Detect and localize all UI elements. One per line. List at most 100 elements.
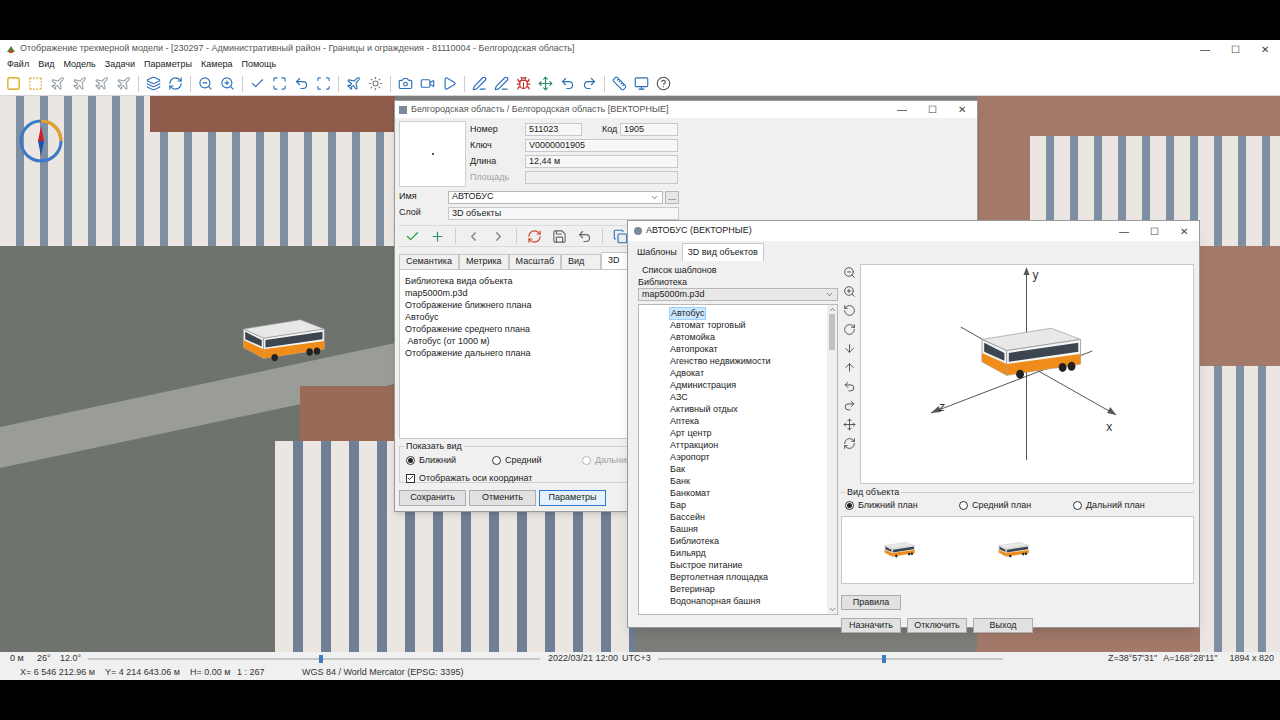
layers-icon[interactable] [146, 76, 161, 91]
rotate-left-icon[interactable] [294, 76, 309, 91]
axes-icon[interactable] [843, 418, 856, 431]
template-item[interactable]: Ветеринар [639, 583, 827, 595]
play-icon[interactable] [442, 76, 457, 91]
menu-item[interactable]: Задачи [105, 58, 135, 72]
window-control-button[interactable]: ✕ [1169, 221, 1199, 241]
radio-option[interactable]: Средний [492, 454, 582, 468]
slider[interactable] [658, 655, 1003, 663]
menu-item[interactable]: Параметры [144, 58, 192, 72]
template-list[interactable]: АвтобусАвтомат торговыйАвтомойкаАвтопрок… [638, 304, 838, 615]
field-value[interactable]: 511023 [525, 123, 582, 136]
ruler-icon[interactable] [612, 76, 627, 91]
dialog-button[interactable]: Отключить [907, 618, 967, 634]
light-icon[interactable] [368, 76, 383, 91]
debug-icon[interactable] [516, 76, 531, 91]
scrollbar[interactable] [827, 305, 837, 614]
undo-icon[interactable] [577, 229, 592, 244]
reset-icon[interactable] [843, 437, 856, 450]
check-icon[interactable] [250, 76, 265, 91]
template-item[interactable]: Бак [639, 463, 827, 475]
apply-icon[interactable] [405, 229, 420, 244]
dialog-button[interactable]: Отменить [469, 490, 536, 506]
radio-option[interactable]: Дальний план [1073, 499, 1187, 513]
turn-left-icon[interactable] [843, 380, 856, 393]
scroll-down-icon[interactable] [828, 605, 837, 614]
template-item[interactable]: Банк [639, 475, 827, 487]
menu-item[interactable]: Модель [63, 58, 95, 72]
add-icon[interactable] [430, 229, 445, 244]
browse-button[interactable]: ... [665, 191, 679, 204]
radio-option[interactable]: Ближний [406, 454, 492, 468]
camera-icon[interactable] [398, 76, 413, 91]
template-item[interactable]: Адвокат [639, 367, 827, 379]
window-control-button[interactable]: ☐ [1220, 40, 1250, 58]
menu-item[interactable]: Помощь [241, 58, 276, 72]
template-item[interactable]: Бильярд [639, 547, 827, 559]
radio-option[interactable]: Средний план [959, 499, 1073, 513]
template-window[interactable]: АВТОБУС (ВЕКТОРНЫЕ)—☐✕Шаблоны3D вид объе… [627, 220, 1200, 628]
slider[interactable] [88, 655, 540, 663]
3d-viewport[interactable]: Белгородская область / Белгородская обла… [0, 96, 1280, 652]
dialog-button[interactable]: Сохранить [399, 490, 466, 506]
template-item[interactable]: Бассейн [639, 511, 827, 523]
template-item[interactable]: Арт центр [639, 427, 827, 439]
template-item[interactable]: Библиотека [639, 535, 827, 547]
window-control-button[interactable]: ☐ [917, 101, 947, 118]
copy-icon[interactable] [613, 229, 628, 244]
template-item[interactable]: Автомат торговый [639, 319, 827, 331]
field-value[interactable]: 1905 [620, 123, 678, 136]
name-combobox[interactable]: АВТОБУС [448, 191, 663, 204]
zoom-out-icon[interactable] [843, 266, 856, 279]
window-control-button[interactable]: ☐ [1139, 221, 1169, 241]
field-value[interactable]: 12,44 м [525, 155, 678, 168]
helicopter-icon[interactable] [346, 76, 361, 91]
rules-button[interactable]: Правила [841, 595, 901, 611]
template-item[interactable]: Водонапорная башня [639, 595, 827, 607]
template-item[interactable]: Бар [639, 499, 827, 511]
slider-thumb[interactable] [319, 655, 323, 663]
template-item[interactable]: Активный отдых [639, 403, 827, 415]
move-icon[interactable] [538, 76, 553, 91]
template-item[interactable]: Администрация [639, 379, 827, 391]
compass-icon[interactable] [16, 116, 66, 166]
fit-icon[interactable] [272, 76, 287, 91]
dialog-button[interactable]: Параметры [539, 490, 606, 506]
scroll-up-icon[interactable] [828, 305, 837, 314]
select-icon[interactable] [6, 76, 21, 91]
template-item[interactable]: Автомойка [639, 331, 827, 343]
template-item[interactable]: Автобус [639, 307, 827, 319]
scan-icon[interactable] [316, 76, 331, 91]
template-item[interactable]: Автопрокат [639, 343, 827, 355]
next-icon[interactable] [491, 229, 506, 244]
menu-item[interactable]: Вид [38, 58, 54, 72]
video-icon[interactable] [420, 76, 435, 91]
scene-bus[interactable] [236, 308, 328, 374]
field-value[interactable] [525, 171, 678, 184]
template-item[interactable]: Башня [639, 523, 827, 535]
template-item[interactable]: Аэропорт [639, 451, 827, 463]
fly-icon[interactable] [50, 76, 65, 91]
redo-icon[interactable] [582, 76, 597, 91]
scroll-thumb[interactable] [829, 314, 835, 350]
template-item[interactable]: Аптека [639, 415, 827, 427]
tilt-down-icon[interactable] [843, 342, 856, 355]
window-control-button[interactable]: — [1109, 221, 1139, 241]
tab[interactable]: Масштаб [509, 254, 562, 269]
window-control-button[interactable]: ✕ [1250, 40, 1280, 58]
edit-icon[interactable] [472, 76, 487, 91]
template-item[interactable]: Аттракцион [639, 439, 827, 451]
monitor-icon[interactable] [634, 76, 649, 91]
window-control-button[interactable]: — [1190, 40, 1220, 58]
window-control-button[interactable]: ✕ [947, 101, 977, 118]
template-item[interactable]: Банкомат [639, 487, 827, 499]
template-item[interactable]: Быстрое питание [639, 559, 827, 571]
frame-select-icon[interactable] [28, 76, 43, 91]
help-icon[interactable] [656, 76, 671, 91]
fly-down-icon[interactable] [116, 76, 131, 91]
tab[interactable]: Шаблоны [632, 245, 682, 261]
3d-preview[interactable]: yzx [860, 264, 1194, 484]
dialog-button[interactable]: Назначить [841, 618, 901, 634]
library-select[interactable]: map5000m.p3d [638, 288, 838, 301]
zoom-in-icon[interactable] [220, 76, 235, 91]
refresh-icon[interactable] [168, 76, 183, 91]
